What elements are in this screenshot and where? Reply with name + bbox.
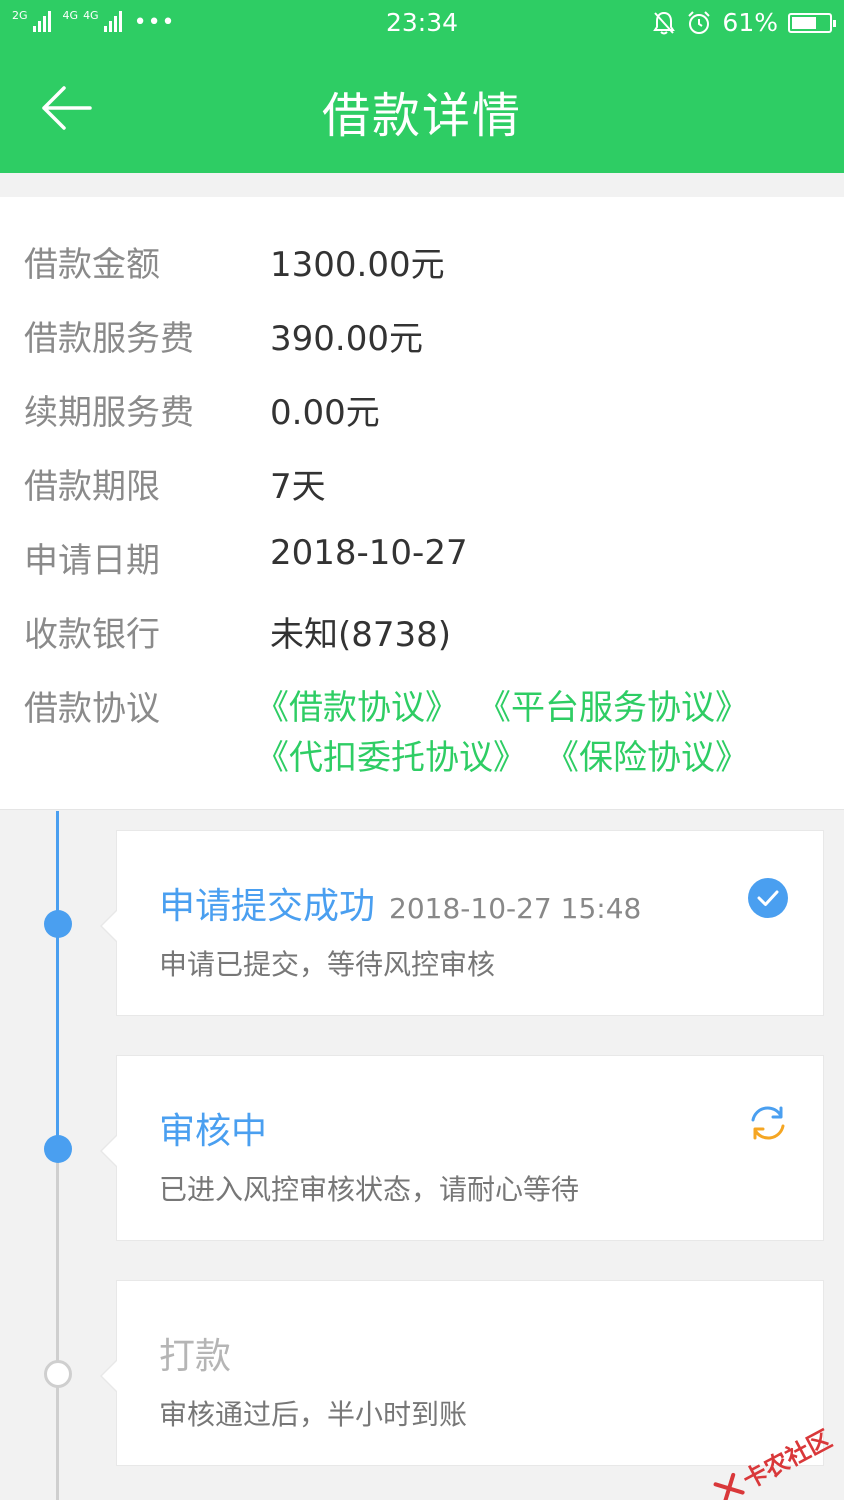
link-insurance-agreement[interactable]: 《保险协议》: [545, 733, 749, 783]
link-platform-service-agreement[interactable]: 《平台服务协议》: [477, 683, 749, 733]
detail-row-apply-date: 申请日期 2018-10-27: [0, 533, 844, 593]
timeline-step-time: 2018-10-27 15:48: [389, 892, 642, 925]
link-loan-agreement[interactable]: 《借款协议》: [255, 683, 459, 733]
loan-details-card: 借款金额 1300.00元 借款服务费 390.00元 续期服务费 0.00元 …: [0, 197, 844, 810]
detail-label: 借款协议: [24, 689, 160, 729]
silent-bell-icon: [653, 11, 676, 34]
detail-label: 借款服务费: [24, 319, 194, 359]
timeline-step-desc: 已进入风控审核状态，请耐心等待: [159, 1173, 580, 1206]
timeline-dot-pending: [44, 1360, 72, 1388]
detail-value: 1300.00元: [270, 245, 445, 285]
top-bar: 2G 4G 4G ••• 23:34 61% 借款详情: [0, 0, 844, 173]
detail-row-service-fee: 借款服务费 390.00元: [0, 311, 844, 371]
detail-label: 借款期限: [24, 467, 160, 507]
detail-label: 收款银行: [24, 615, 160, 655]
detail-label: 续期服务费: [24, 393, 194, 433]
detail-value: 2018-10-27: [270, 533, 468, 573]
timeline-step-desc: 申请已提交，等待风控审核: [159, 948, 496, 981]
timeline-step-title: 打款: [159, 1336, 232, 1377]
app-header: 借款详情: [0, 46, 844, 173]
refresh-icon: [751, 1106, 785, 1140]
timeline-line-pending: [56, 1149, 59, 1500]
timeline-dot-done: [44, 910, 72, 938]
detail-row-term: 借款期限 7天: [0, 459, 844, 519]
link-withholding-agreement[interactable]: 《代扣委托协议》: [255, 733, 527, 783]
check-circle-icon: [748, 878, 788, 918]
detail-value: 7天: [270, 467, 326, 507]
detail-label: 借款金额: [24, 245, 160, 285]
detail-value: 390.00元: [270, 319, 423, 359]
detail-row-bank: 收款银行 未知(8738): [0, 607, 844, 667]
alarm-icon: [688, 10, 711, 34]
timeline-card-submitted: 申请提交成功 2018-10-27 15:48 申请已提交，等待风控审核: [100, 830, 824, 1016]
timeline-card-payout: 打款 审核通过后，半小时到账: [100, 1280, 824, 1466]
timeline-step-title-wrap: 申请提交成功 2018-10-27 15:48: [159, 877, 641, 929]
detail-row-renewal-fee: 续期服务费 0.00元: [0, 385, 844, 445]
page-title: 借款详情: [321, 88, 522, 144]
timeline-line-done: [56, 811, 59, 1149]
timeline-card-reviewing: 审核中 已进入风控审核状态，请耐心等待: [100, 1055, 824, 1241]
detail-value: 未知(8738): [270, 615, 452, 655]
timeline-step-title: 申请提交成功: [159, 886, 376, 927]
detail-label: 申请日期: [24, 541, 160, 581]
timeline-dot-active: [44, 1135, 72, 1163]
detail-value: 0.00元: [270, 393, 380, 433]
battery-icon: [788, 12, 836, 33]
timeline-step-title: 审核中: [159, 1111, 268, 1152]
detail-row-amount: 借款金额 1300.00元: [0, 237, 844, 297]
timeline-step-desc: 审核通过后，半小时到账: [159, 1398, 468, 1431]
agreement-links: 《借款协议》 《平台服务协议》 《代扣委托协议》 《保险协议》: [255, 683, 815, 783]
battery-percent: 61%: [722, 8, 778, 37]
status-bar: 2G 4G 4G ••• 23:34 61%: [0, 0, 844, 46]
